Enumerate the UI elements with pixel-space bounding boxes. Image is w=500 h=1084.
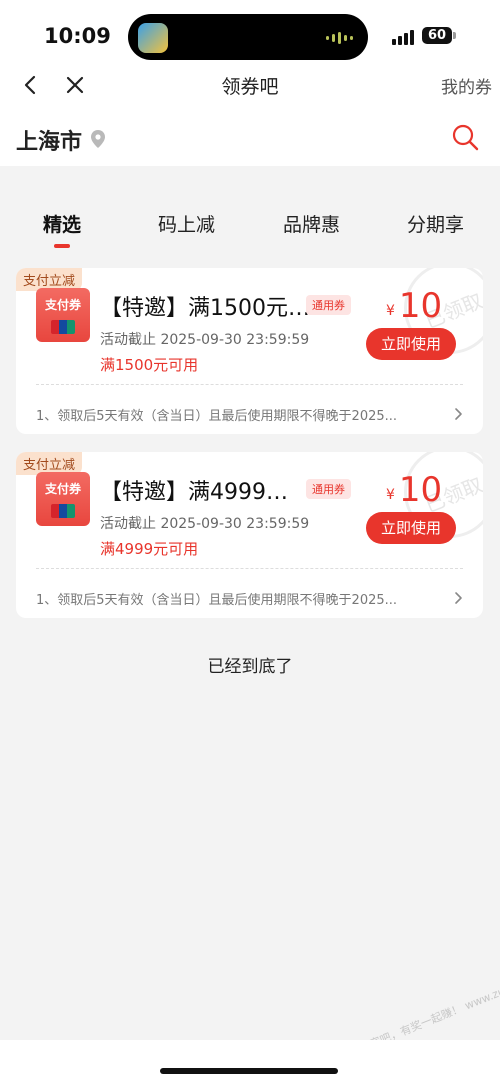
search-icon[interactable] [450,122,480,152]
home-indicator[interactable] [160,1068,338,1074]
dashed-divider [36,568,463,569]
coupon-amount: ¥10 [386,286,442,326]
coupon-type-tag: 通用券 [306,479,351,499]
unionpay-icon [51,504,75,518]
amount-value: 10 [398,470,443,510]
coupon-condition: 满1500元可用 [100,356,199,374]
tab-brand-deals[interactable]: 品牌惠 [283,210,340,237]
location-bar: 上海市 [0,108,500,166]
dashed-divider [36,384,463,385]
currency-symbol: ¥ [386,303,395,319]
coupon-card[interactable]: 已领取 支付立减 支付券 【特邀】满1500元… 通用券 活动截止 2025-0… [16,268,483,434]
unionpay-icon [51,320,75,334]
status-bar: 10:09 60 [0,0,500,62]
coupon-title: 【特邀】满1500元… [100,296,310,321]
coupon-type-tag: 通用券 [306,295,351,315]
my-coupons-link[interactable]: 我的券 [441,73,492,98]
active-tab-indicator [54,244,70,248]
amount-value: 10 [398,286,443,326]
currency-symbol: ¥ [386,487,395,503]
tab-code-discount[interactable]: 码上减 [158,210,215,237]
page-title: 领券吧 [221,76,279,98]
city-selector[interactable]: 上海市 [16,124,82,156]
coupon-deadline: 活动截止 2025-09-30 23:59:59 [100,332,310,348]
home-area [0,1040,500,1084]
coupon-deadline: 活动截止 2025-09-30 23:59:59 [100,516,310,532]
use-now-button[interactable]: 立即使用 [366,328,456,360]
tab-featured[interactable]: 精选 [43,210,81,237]
app-icon[interactable] [138,23,168,53]
end-of-list-text: 已经到底了 [207,657,293,677]
payment-coupon-logo: 支付券 [36,472,90,526]
dynamic-island[interactable] [128,14,368,60]
coupon-card[interactable]: 已领取 支付立减 支付券 【特邀】满4999… 通用券 活动截止 2025-09… [16,452,483,618]
category-tabs: 精选 码上减 品牌惠 分期享 [0,196,500,256]
chevron-right-icon[interactable] [452,406,464,420]
coupon-rule[interactable]: 1、领取后5天有效（含当日）且最后使用期限不得晚于2025... [36,405,446,424]
nav-bar: 领券吧 我的券 [0,62,500,108]
status-time: 10:09 [44,24,111,48]
audio-wave-icon [326,32,354,44]
coupon-title: 【特邀】满4999… [100,480,288,505]
coupon-rule[interactable]: 1、领取后5天有效（含当日）且最后使用期限不得晚于2025... [36,589,446,608]
payment-coupon-logo: 支付券 [36,288,90,342]
coupon-amount: ¥10 [386,470,442,510]
chevron-right-icon[interactable] [452,590,464,604]
location-pin-icon[interactable] [90,129,106,149]
battery-icon: 60 [422,27,452,44]
coupon-condition: 满4999元可用 [100,540,199,558]
battery-cap [453,32,456,39]
signal-icon [392,30,414,45]
use-now-button[interactable]: 立即使用 [366,512,456,544]
tab-installments[interactable]: 分期享 [407,210,464,237]
